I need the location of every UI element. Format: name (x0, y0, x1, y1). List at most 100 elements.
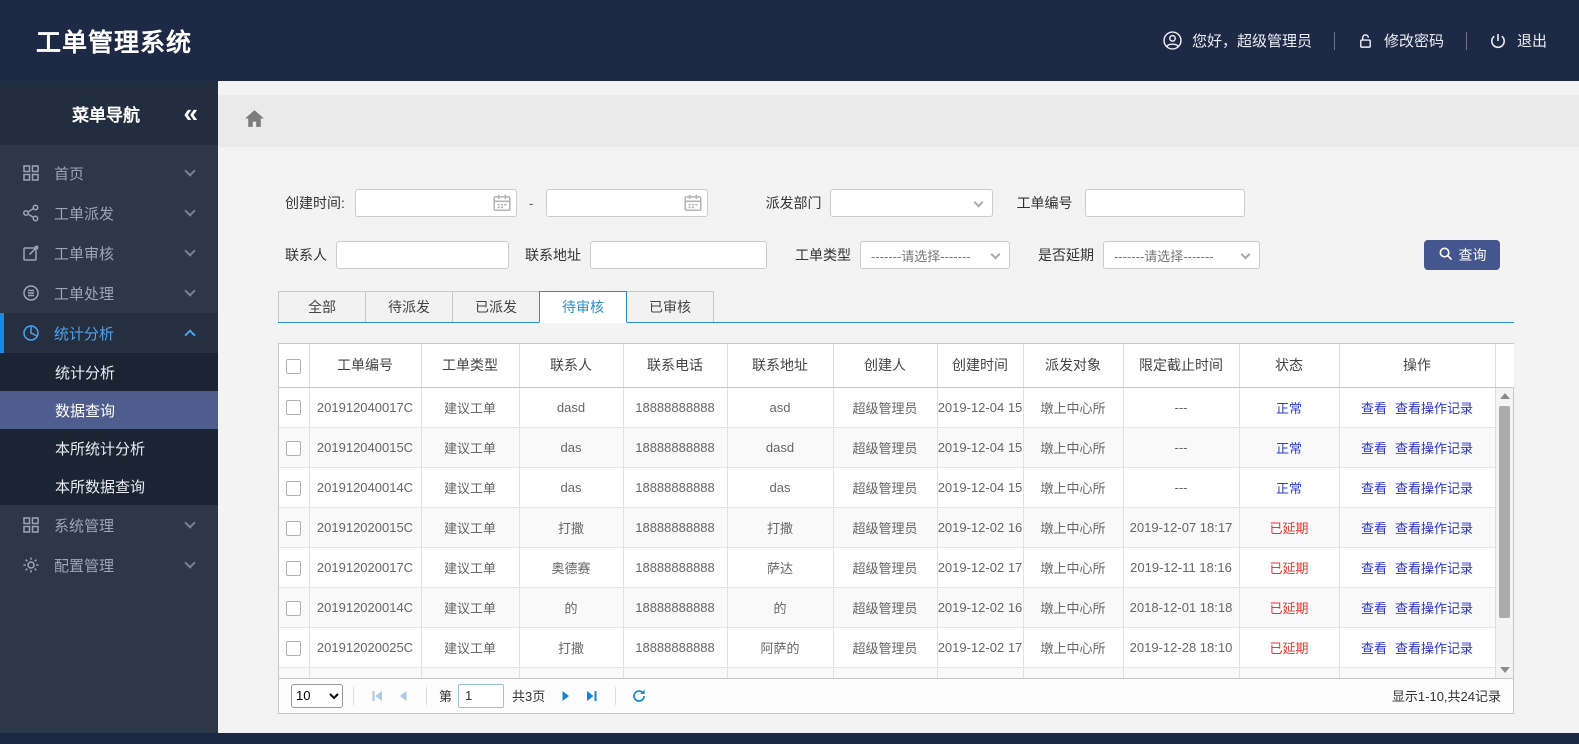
view-link[interactable]: 查看 (1361, 561, 1387, 576)
view-operation-log-link[interactable]: 查看操作记录 (1395, 561, 1473, 576)
sidebar-item-label: 首页 (54, 165, 85, 183)
sidebar-collapse-icon[interactable]: « (184, 100, 198, 126)
sidebar-item-config[interactable]: 配置管理 (0, 545, 218, 585)
table-body: 201912040017C 建议工单 dasd 18888888888 asd 超级管理员… (279, 387, 1513, 678)
row-checkbox[interactable] (286, 400, 302, 416)
sidebar-item-home[interactable]: 首页 (0, 153, 218, 193)
row-checkbox[interactable] (286, 640, 302, 656)
contact-input[interactable] (336, 241, 509, 269)
view-link[interactable]: 查看 (1361, 521, 1387, 536)
user-greeting[interactable]: 您好，超级管理员 (1163, 30, 1312, 51)
main-content: 创建时间: - 派发部门 工单编号 联系人 联系地址 工单类型 -------请… (218, 81, 1579, 733)
delayed-select[interactable]: -------请选择------- (1103, 241, 1260, 269)
dispatch-dept-select[interactable] (829, 189, 993, 217)
row-checkbox[interactable] (286, 560, 302, 576)
cell-phone: 18888888888 (623, 627, 728, 668)
scrollbar-thumb[interactable] (1499, 405, 1510, 618)
column-header: 操作 (1339, 344, 1496, 388)
page-number-input[interactable] (458, 683, 505, 708)
tab-dispatched[interactable]: 已派发 (452, 291, 540, 322)
sidebar-item-dispatch[interactable]: 工单派发 (0, 193, 218, 233)
last-page-button[interactable] (582, 686, 602, 706)
actions-cell: 查看 查看操作记录 (1339, 387, 1496, 428)
sidebar-item-label: 工单处理 (54, 285, 115, 303)
status-badge: 已延期 (1239, 627, 1340, 668)
view-operation-log-link[interactable]: 查看操作记录 (1395, 601, 1473, 616)
row-checkbox[interactable] (286, 600, 302, 616)
tab-all[interactable]: 全部 (278, 291, 366, 322)
status-badge: 已延期 (1239, 587, 1340, 628)
column-header: 创建人 (833, 344, 938, 388)
row-checkbox-cell (279, 667, 310, 678)
view-link[interactable]: 查看 (1361, 441, 1387, 456)
cell-created: 2019-12-04 15 (937, 467, 1024, 508)
view-link[interactable]: 查看 (1361, 401, 1387, 416)
view-operation-log-link[interactable]: 查看操作记录 (1395, 441, 1473, 456)
scrollbar-header-cell (1495, 344, 1514, 388)
view-operation-log-link[interactable]: 查看操作记录 (1395, 641, 1473, 656)
tab-reviewed[interactable]: 已审核 (626, 291, 714, 322)
search-button[interactable]: 查询 (1424, 240, 1500, 270)
power-icon (1489, 32, 1507, 50)
change-password-button[interactable]: 修改密码 (1357, 30, 1444, 51)
sidebar-subitem-stat-analysis[interactable]: 统计分析 (0, 353, 218, 391)
page-size-select[interactable]: 10 (291, 683, 343, 708)
row-checkbox[interactable] (286, 440, 302, 456)
scroll-down-arrow-icon[interactable] (1496, 666, 1513, 673)
change-password-label: 修改密码 (1383, 33, 1444, 50)
home-icon[interactable] (244, 109, 265, 134)
cell-created: 2019-12-02 16 (937, 587, 1024, 628)
next-page-button[interactable] (556, 686, 576, 706)
status-badge: 已延期 (1239, 507, 1340, 548)
view-link[interactable]: 查看 (1361, 601, 1387, 616)
modules-icon (22, 516, 40, 534)
date-range-separator: - (528, 195, 534, 211)
cell-created: 2019-12-02 16 (937, 507, 1024, 548)
sidebar-item-system[interactable]: 系统管理 (0, 505, 218, 545)
address-input[interactable] (590, 241, 767, 269)
delayed-value: -------请选择------- (1114, 248, 1214, 264)
tab-to-review[interactable]: 待审核 (539, 291, 627, 323)
cell-address: 阿萨的 (727, 627, 834, 668)
table-row: 201912020017C 建议工单 奥德赛 18888888888 萨达 超级管理员 20… (279, 547, 1513, 588)
logout-button[interactable]: 退出 (1489, 30, 1547, 51)
cell-contact: 打撒 (519, 507, 624, 548)
empty-cell (309, 667, 422, 678)
cell-order_type: 建议工单 (421, 587, 520, 628)
vertical-scrollbar[interactable] (1495, 387, 1513, 678)
tab-to-dispatch[interactable]: 待派发 (365, 291, 453, 322)
topbar-right: 您好，超级管理员 修改密码 退出 (1163, 30, 1547, 51)
view-operation-log-link[interactable]: 查看操作记录 (1395, 401, 1473, 416)
prev-page-button[interactable] (393, 686, 413, 706)
sidebar-item-statistics[interactable]: 统计分析 (0, 313, 218, 353)
calendar-icon[interactable] (683, 193, 703, 213)
calendar-icon[interactable] (492, 193, 512, 213)
row-checkbox[interactable] (286, 520, 302, 536)
empty-cell (727, 667, 834, 678)
select-all-header (279, 344, 310, 388)
scroll-up-arrow-icon[interactable] (1496, 392, 1513, 399)
select-all-checkbox[interactable] (286, 358, 302, 374)
sidebar-subitem-local-stat-analysis[interactable]: 本所统计分析 (0, 429, 218, 467)
sidebar-item-review[interactable]: 工单审核 (0, 233, 218, 273)
sidebar-subitem-data-query[interactable]: 数据查询 (0, 391, 218, 429)
view-link[interactable]: 查看 (1361, 641, 1387, 656)
table-row: 201912040015C 建议工单 das 18888888888 dasd 超级管理员… (279, 427, 1513, 468)
row-checkbox[interactable] (286, 480, 302, 496)
refresh-icon[interactable] (629, 686, 649, 706)
order-type-select[interactable]: -------请选择------- (860, 241, 1010, 269)
order-no-input[interactable] (1084, 189, 1245, 217)
first-page-button[interactable] (367, 686, 387, 706)
cell-phone: 18888888888 (623, 467, 728, 508)
order-no-label: 工单编号 (1016, 195, 1073, 211)
sidebar-subitem-local-data-query[interactable]: 本所数据查询 (0, 467, 218, 505)
cell-order_type: 建议工单 (421, 627, 520, 668)
view-operation-log-link[interactable]: 查看操作记录 (1395, 521, 1473, 536)
table-row: 201912020015C 建议工单 打撒 18888888888 打撒 超级管理员 201… (279, 507, 1513, 548)
cell-address: 的 (727, 587, 834, 628)
work-order-table: 工单编号 工单类型 联系人 联系电话 联系地址 创建人 创建时间 派发对象 限定截止时间 状态 操作… (278, 343, 1514, 714)
gear-icon (22, 556, 40, 574)
sidebar-item-process[interactable]: 工单处理 (0, 273, 218, 313)
view-link[interactable]: 查看 (1361, 481, 1387, 496)
view-operation-log-link[interactable]: 查看操作记录 (1395, 481, 1473, 496)
